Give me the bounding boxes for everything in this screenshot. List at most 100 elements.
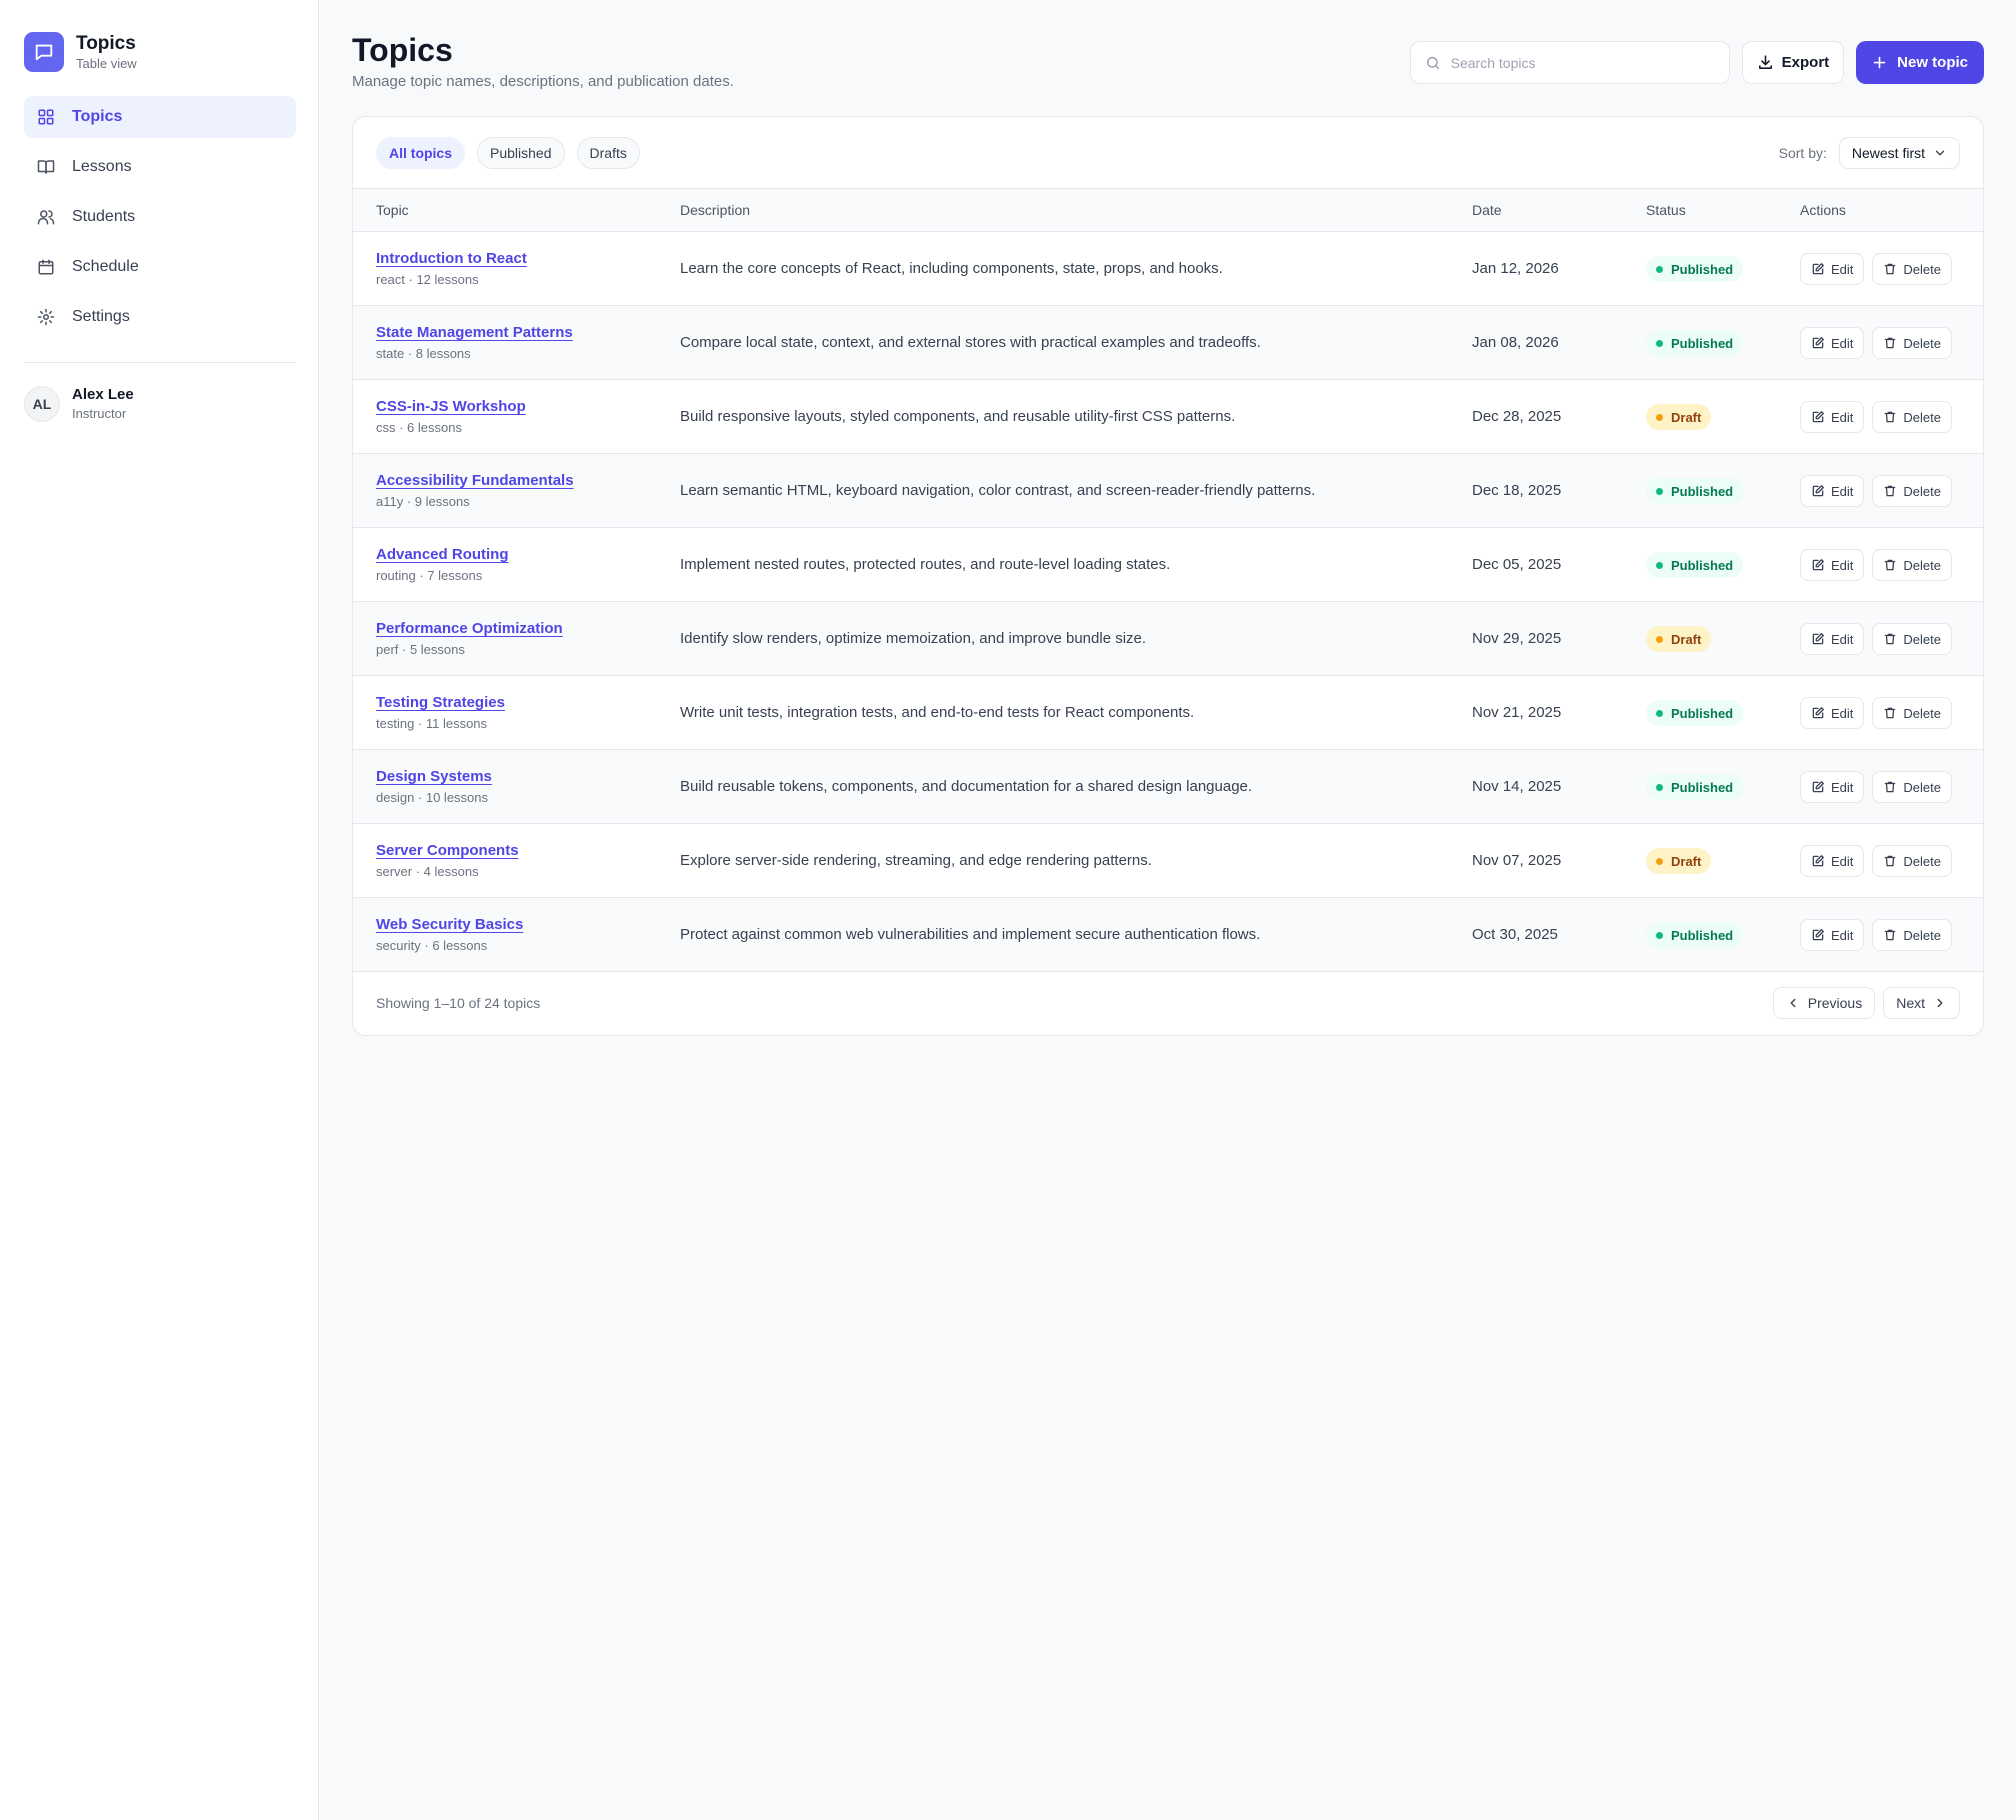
topic-meta: state · 8 lessons	[376, 346, 471, 361]
edit-label: Edit	[1831, 557, 1854, 573]
edit-button[interactable]: Edit	[1800, 401, 1865, 433]
topic-link[interactable]: Advanced Routing	[376, 545, 509, 565]
previous-page-button[interactable]: Previous	[1772, 987, 1876, 1019]
sidebar-item-settings[interactable]: Settings	[24, 296, 296, 338]
search-box[interactable]	[1409, 41, 1730, 84]
sidebar-item-label: Topics	[72, 108, 123, 125]
sidebar-item-students[interactable]: Students	[24, 196, 296, 238]
edit-button[interactable]: Edit	[1800, 697, 1865, 729]
sort-select[interactable]: Newest first	[1838, 136, 1960, 169]
trash-icon	[1883, 558, 1897, 572]
delete-button[interactable]: Delete	[1872, 771, 1952, 803]
delete-button[interactable]: Delete	[1872, 919, 1952, 951]
edit-button[interactable]: Edit	[1800, 253, 1865, 285]
status-label: Published	[1671, 927, 1734, 943]
edit-button[interactable]: Edit	[1800, 623, 1865, 655]
topic-link[interactable]: Accessibility Fundamentals	[376, 471, 574, 491]
next-page-button[interactable]: Next	[1883, 987, 1960, 1019]
delete-label: Delete	[1903, 705, 1941, 721]
column-header-date[interactable]: Date	[1472, 202, 1502, 218]
trash-icon	[1883, 484, 1897, 498]
sidebar: Topics Table view Topics Lessons Student…	[0, 0, 319, 1820]
sidebar-item-label: Schedule	[72, 258, 139, 275]
table-row: Introduction to React react · 12 lessons L…	[353, 232, 1983, 306]
status-dot	[1656, 709, 1663, 717]
delete-button[interactable]: Delete	[1872, 549, 1952, 581]
delete-button[interactable]: Delete	[1872, 623, 1952, 655]
topic-cell: Web Security Basics security · 6 lessons	[376, 915, 523, 954]
sidebar-item-label: Lessons	[72, 158, 132, 175]
delete-button[interactable]: Delete	[1872, 697, 1952, 729]
gear-icon	[36, 307, 56, 327]
topic-description: Build responsive layouts, styled compone…	[680, 408, 1236, 425]
topic-date: Oct 30, 2025	[1472, 926, 1558, 943]
topic-cell: Server Components server · 4 lessons	[376, 841, 519, 880]
topics-card: All topics Published Drafts Sort by: New…	[352, 116, 1984, 1036]
user-role: Instructor	[72, 406, 127, 421]
edit-button[interactable]: Edit	[1800, 845, 1865, 877]
topic-meta: css · 6 lessons	[376, 420, 462, 435]
users-icon	[36, 207, 56, 227]
edit-button[interactable]: Edit	[1800, 771, 1865, 803]
status-badge: Published	[1646, 552, 1744, 578]
status-cell: Published	[1646, 552, 1744, 578]
row-actions: Edit Delete	[1800, 253, 1960, 285]
status-label: Published	[1671, 557, 1734, 573]
topic-link[interactable]: CSS-in-JS Workshop	[376, 397, 526, 417]
edit-icon	[1811, 262, 1825, 276]
delete-button[interactable]: Delete	[1872, 401, 1952, 433]
topic-link[interactable]: Design Systems	[376, 767, 492, 787]
column-header-status[interactable]: Status	[1646, 202, 1686, 218]
delete-label: Delete	[1903, 631, 1941, 647]
export-button[interactable]: Export	[1741, 41, 1845, 84]
sidebar-item-lessons[interactable]: Lessons	[24, 146, 296, 188]
topic-date: Dec 28, 2025	[1472, 408, 1562, 425]
topic-description: Write unit tests, integration tests, and…	[680, 704, 1195, 721]
status-cell: Published	[1646, 922, 1744, 948]
edit-label: Edit	[1831, 705, 1854, 721]
topic-description: Protect against common web vulnerabiliti…	[680, 926, 1261, 943]
status-dot	[1656, 931, 1663, 939]
sidebar-item-schedule[interactable]: Schedule	[24, 246, 296, 288]
topic-description: Build reusable tokens, components, and d…	[680, 778, 1253, 795]
status-dot	[1656, 635, 1663, 643]
status-badge: Published	[1646, 256, 1744, 282]
edit-button[interactable]: Edit	[1800, 549, 1865, 581]
edit-button[interactable]: Edit	[1800, 475, 1865, 507]
column-header-topic[interactable]: Topic	[376, 202, 409, 218]
pagination-summary: Showing 1–10 of 24 topics	[376, 995, 541, 1011]
download-icon	[1757, 54, 1774, 71]
column-header-description[interactable]: Description	[680, 202, 750, 218]
status-label: Draft	[1671, 853, 1702, 869]
user-profile[interactable]: AL Alex Lee Instructor	[24, 386, 134, 422]
topic-link[interactable]: Testing Strategies	[376, 693, 505, 713]
edit-label: Edit	[1831, 779, 1854, 795]
delete-button[interactable]: Delete	[1872, 253, 1952, 285]
edit-button[interactable]: Edit	[1800, 919, 1865, 951]
topic-link[interactable]: Performance Optimization	[376, 619, 563, 639]
edit-icon	[1811, 410, 1825, 424]
topic-link[interactable]: Web Security Basics	[376, 915, 523, 935]
chevron-left-icon	[1786, 996, 1800, 1010]
delete-button[interactable]: Delete	[1872, 327, 1952, 359]
search-input[interactable]	[1450, 54, 1711, 71]
filter-chip-drafts[interactable]: Drafts	[576, 136, 640, 169]
edit-label: Edit	[1831, 335, 1854, 351]
topic-link[interactable]: Introduction to React	[376, 249, 527, 269]
new-topic-button[interactable]: New topic	[1856, 41, 1984, 84]
sidebar-item-topics[interactable]: Topics	[24, 96, 296, 138]
status-badge: Published	[1646, 922, 1744, 948]
status-badge: Published	[1646, 478, 1744, 504]
filter-chip-all[interactable]: All topics	[376, 136, 466, 169]
filter-chip-published[interactable]: Published	[477, 136, 565, 169]
edit-button[interactable]: Edit	[1800, 327, 1865, 359]
trash-icon	[1883, 780, 1897, 794]
topic-link[interactable]: State Management Patterns	[376, 323, 573, 343]
row-actions: Edit Delete	[1800, 623, 1960, 655]
sort-control: Sort by: Newest first	[1779, 136, 1960, 169]
topic-link[interactable]: Server Components	[376, 841, 519, 861]
delete-button[interactable]: Delete	[1872, 845, 1952, 877]
topic-meta: server · 4 lessons	[376, 864, 479, 879]
delete-button[interactable]: Delete	[1872, 475, 1952, 507]
export-label: Export	[1781, 54, 1830, 71]
